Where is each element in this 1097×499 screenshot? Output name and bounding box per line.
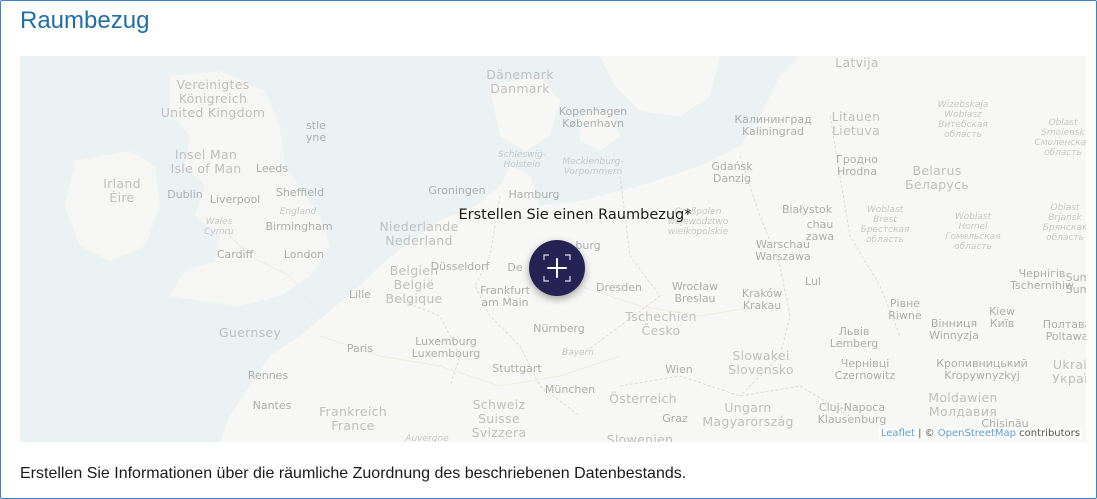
map-view[interactable]: Latvija Dänemark Danmark Vereinigtes Königre… [20,56,1086,442]
openstreetmap-link[interactable]: OpenStreetMap [938,428,1016,439]
map-attribution: Leaflet | © OpenStreetMap contributors [878,428,1082,439]
leaflet-link[interactable]: Leaflet [881,428,915,439]
attribution-separator: | © [914,428,938,439]
add-spatial-reference-button[interactable] [529,240,585,296]
section-description: Erstellen Sie Informationen über die räu… [20,465,687,482]
attribution-suffix: contributors [1016,428,1080,439]
section-title: Raumbezug [20,7,150,34]
add-location-icon [543,254,571,282]
raumbezug-section: Raumbezug Latvija Dänemark Danmark Verei… [0,0,1097,499]
create-spatial-reference-label: Erstellen Sie einen Raumbezug* [458,207,692,223]
